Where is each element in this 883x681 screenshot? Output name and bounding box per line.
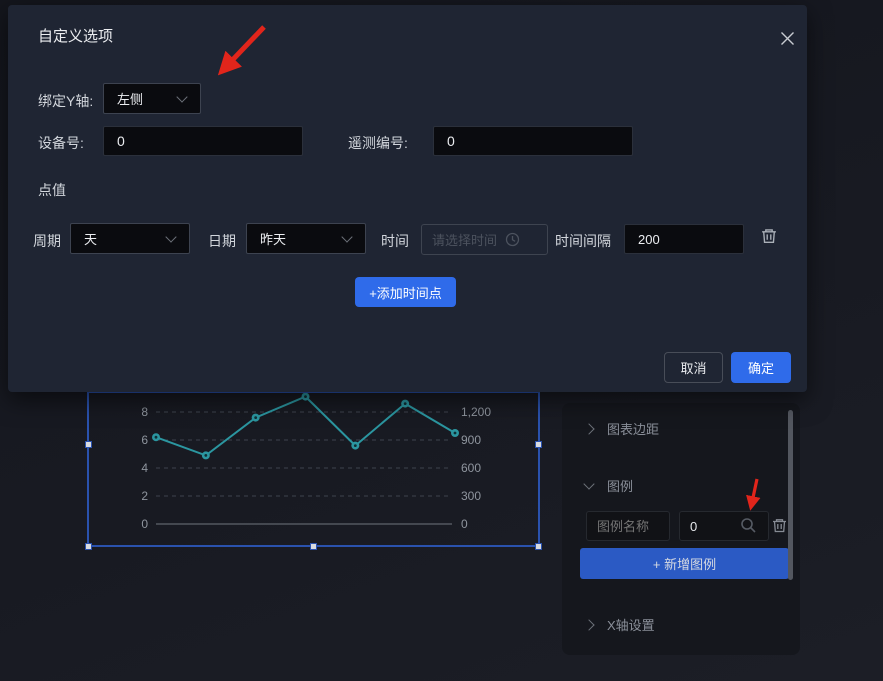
date-label: 日期 (208, 233, 236, 249)
bind-y-axis-label: 绑定Y轴: (38, 93, 94, 109)
selection-handle-right[interactable] (535, 441, 542, 448)
selection-handle-bottom-center[interactable] (310, 543, 317, 550)
legend-name-input[interactable] (586, 511, 670, 541)
selection-handle-bottom-left[interactable] (85, 543, 92, 550)
selection-handle-left[interactable] (85, 441, 92, 448)
chart-settings-panel: 图表边距 图例 + 新增图例 X轴设置 (562, 403, 800, 655)
chevron-right-icon (583, 422, 595, 435)
interval-input[interactable] (624, 224, 744, 254)
device-number-input[interactable] (103, 126, 303, 156)
selection-handle-bottom-right[interactable] (535, 543, 542, 550)
section-xaxis-settings[interactable]: X轴设置 (583, 615, 655, 634)
section-chart-margin[interactable]: 图表边距 (583, 419, 660, 438)
telemetry-number-label: 遥测编号: (348, 135, 408, 151)
device-number-label: 设备号: (38, 135, 84, 151)
bind-y-axis-select[interactable]: 左侧 (103, 83, 201, 114)
section-label: X轴设置 (607, 618, 655, 633)
widget-selection-outline (87, 391, 540, 547)
dialog-title: 自定义选项 (38, 28, 114, 45)
add-legend-button[interactable]: + 新增图例 (580, 548, 789, 579)
clock-icon (505, 232, 520, 247)
time-picker-input[interactable]: 请选择时间 (421, 224, 548, 255)
point-value-title: 点值 (38, 182, 66, 198)
period-label: 周期 (33, 233, 61, 249)
chevron-down-icon (341, 230, 353, 243)
select-value: 左侧 (117, 92, 144, 107)
custom-options-dialog: 自定义选项 绑定Y轴: 左侧 设备号: 遥测编号: 点值 周期 天 日期 昨天 … (8, 5, 807, 392)
search-icon[interactable] (740, 517, 757, 534)
date-select[interactable]: 昨天 (246, 223, 366, 254)
confirm-button[interactable]: 确定 (731, 352, 791, 383)
time-label: 时间 (381, 233, 409, 249)
delete-row-icon[interactable] (760, 227, 778, 245)
select-value: 天 (84, 232, 98, 247)
chevron-down-icon (165, 230, 177, 243)
telemetry-number-input[interactable] (433, 126, 633, 156)
panel-scrollbar[interactable] (788, 410, 793, 580)
cancel-button[interactable]: 取消 (664, 352, 723, 383)
interval-label: 时间间隔 (555, 233, 611, 249)
delete-legend-icon[interactable] (771, 517, 788, 534)
section-label: 图表边距 (607, 422, 660, 437)
chevron-down-icon (583, 477, 595, 490)
time-placeholder: 请选择时间 (432, 233, 498, 248)
section-label: 图例 (607, 479, 634, 494)
chevron-right-icon (583, 618, 595, 631)
chevron-down-icon (176, 90, 188, 103)
close-icon[interactable] (774, 25, 800, 51)
add-time-point-button[interactable]: +添加时间点 (355, 277, 456, 307)
period-select[interactable]: 天 (70, 223, 190, 254)
section-legend[interactable]: 图例 (583, 476, 634, 495)
select-value: 昨天 (260, 232, 287, 247)
